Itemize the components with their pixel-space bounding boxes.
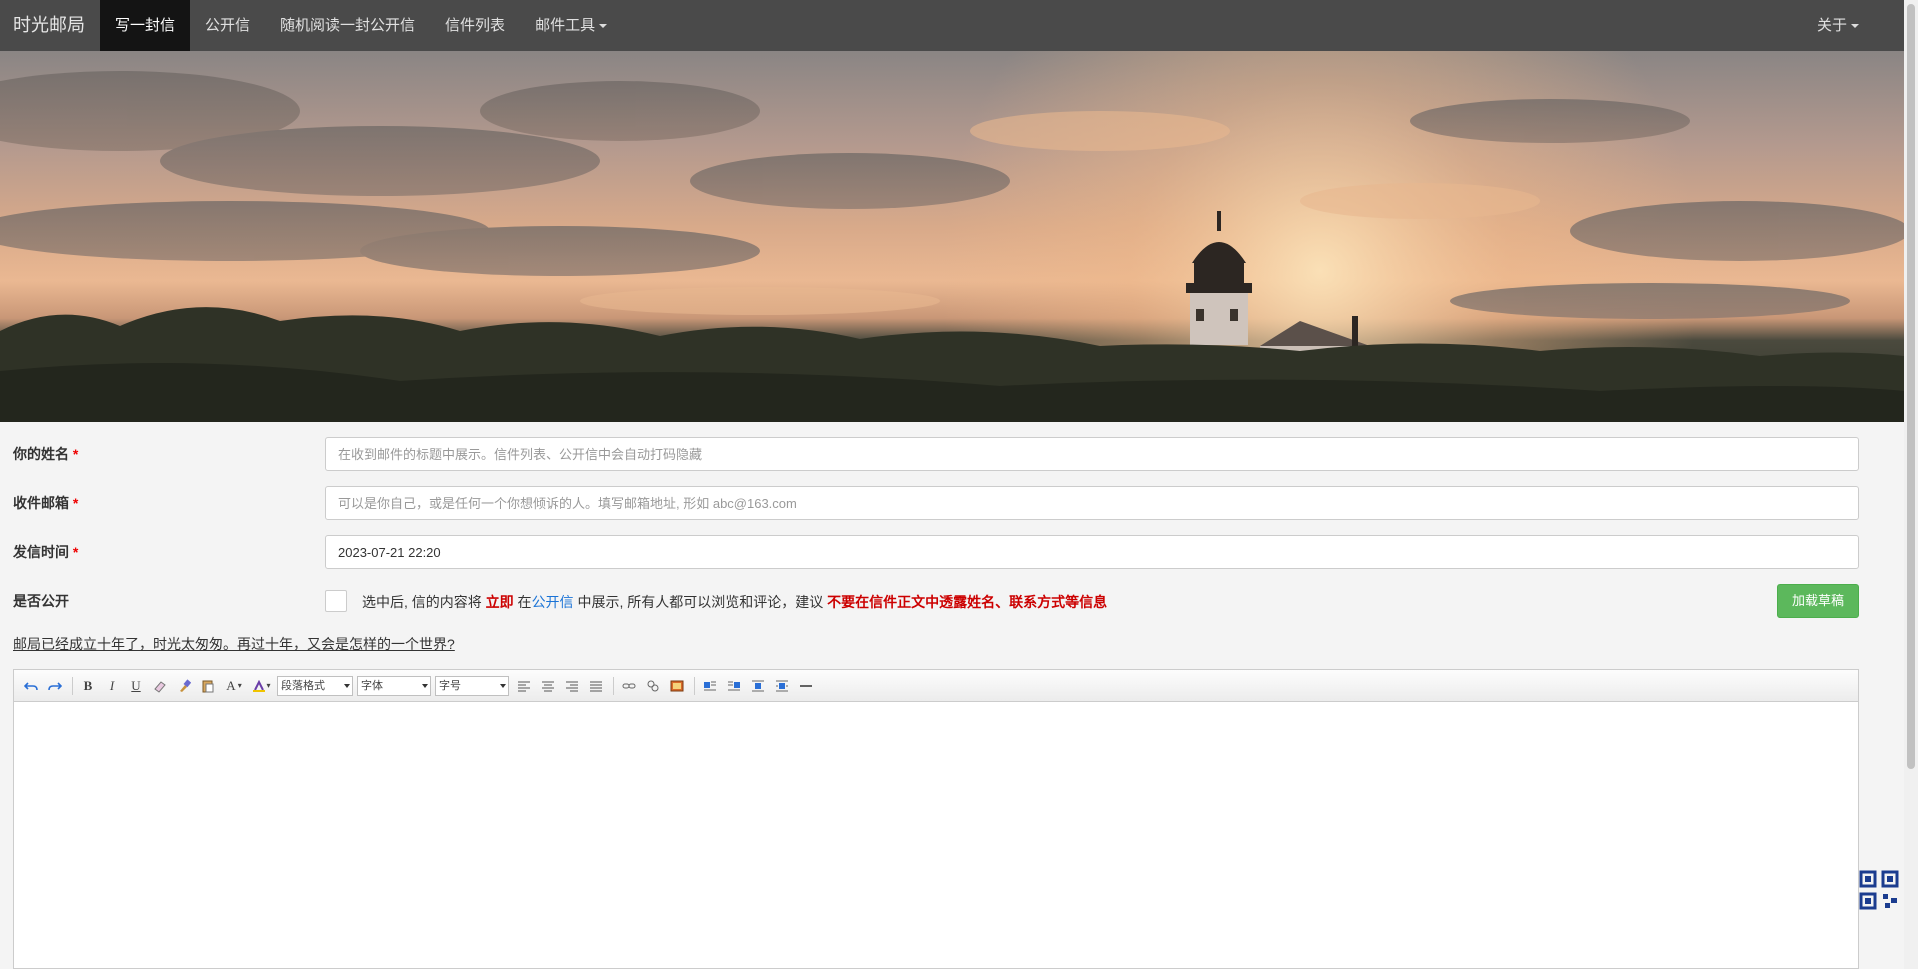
toolbar-divider bbox=[613, 676, 614, 695]
brand-logo[interactable]: 时光邮局 bbox=[0, 0, 100, 51]
align-left-icon[interactable] bbox=[513, 675, 535, 697]
name-label: 你的姓名 * bbox=[13, 446, 79, 462]
horizontal-rule-icon[interactable] bbox=[795, 675, 817, 697]
editor-toolbar: B I U A ▾ ▾ 段落格式 字体 字号 bbox=[14, 670, 1858, 702]
public-row: 是否公开 选中后, 信的内容将 立即 在公开信 中展示, 所有人都可以浏览和评论… bbox=[13, 584, 1859, 618]
public-description: 选中后, 信的内容将 立即 在公开信 中展示, 所有人都可以浏览和评论，建议 不… bbox=[362, 594, 1108, 610]
nav-mail-tools-label: 邮件工具 bbox=[535, 17, 596, 34]
align-right-icon[interactable] bbox=[561, 675, 583, 697]
editor-content-area[interactable] bbox=[14, 702, 1858, 968]
format-brush-icon[interactable] bbox=[173, 675, 195, 697]
required-mark: * bbox=[72, 544, 79, 560]
nav-mail-tools-dropdown[interactable]: 邮件工具 bbox=[520, 0, 622, 51]
nav-random-read[interactable]: 随机阅读一封公开信 bbox=[265, 0, 430, 51]
required-mark: * bbox=[72, 446, 79, 462]
link-icon[interactable] bbox=[618, 675, 640, 697]
italic-icon[interactable]: I bbox=[101, 675, 123, 697]
toolbar-divider bbox=[72, 676, 73, 695]
hero-banner-image bbox=[0, 51, 1904, 422]
underline-icon[interactable]: U bbox=[125, 675, 147, 697]
font-size-select[interactable]: 字号 bbox=[435, 675, 509, 696]
email-label: 收件邮箱 * bbox=[13, 495, 79, 511]
nav-about-label: 关于 bbox=[1816, 17, 1847, 34]
lighthouse-landscape-image bbox=[0, 51, 1904, 422]
unlink-icon[interactable] bbox=[642, 675, 664, 697]
public-letters-link[interactable]: 公开信 bbox=[532, 594, 574, 610]
nav-letter-list[interactable]: 信件列表 bbox=[430, 0, 520, 51]
page-scrollbar[interactable] bbox=[1904, 0, 1918, 969]
bold-icon[interactable]: B bbox=[77, 675, 99, 697]
send-time-row: 发信时间 * bbox=[13, 535, 1859, 569]
name-row: 你的姓名 * bbox=[13, 437, 1859, 471]
required-mark: * bbox=[72, 495, 79, 511]
public-checkbox[interactable] bbox=[325, 590, 347, 612]
highlight-color-icon[interactable]: ▾ bbox=[249, 675, 275, 697]
scrollbar-thumb[interactable] bbox=[1907, 4, 1915, 769]
font-color-icon[interactable]: A ▾ bbox=[221, 675, 247, 697]
load-draft-button[interactable]: 加载草稿 bbox=[1777, 584, 1859, 618]
redo-icon[interactable] bbox=[44, 675, 66, 697]
font-family-select[interactable]: 字体 bbox=[357, 675, 431, 696]
paste-icon[interactable] bbox=[197, 675, 219, 697]
image-center-icon[interactable] bbox=[771, 675, 793, 697]
paragraph-format-select[interactable]: 段落格式 bbox=[277, 675, 353, 696]
nav-write-letter[interactable]: 写一封信 bbox=[100, 0, 191, 51]
image-inline-icon[interactable] bbox=[747, 675, 769, 697]
align-center-icon[interactable] bbox=[537, 675, 559, 697]
public-label: 是否公开 bbox=[13, 593, 69, 609]
image-float-right-icon[interactable] bbox=[723, 675, 745, 697]
dropdown-arrow-icon bbox=[344, 683, 350, 688]
dropdown-arrow-icon bbox=[500, 683, 506, 688]
caret-down-icon bbox=[599, 24, 608, 29]
eraser-icon[interactable] bbox=[149, 675, 171, 697]
caret-down-icon bbox=[1851, 24, 1859, 29]
undo-icon[interactable] bbox=[20, 675, 42, 697]
top-navbar: 时光邮局 写一封信 公开信 随机阅读一封公开信 信件列表 邮件工具 关于 bbox=[0, 0, 1904, 51]
rich-text-editor: B I U A ▾ ▾ 段落格式 字体 字号 bbox=[13, 669, 1859, 969]
send-time-label: 发信时间 * bbox=[13, 544, 79, 560]
nav-public-letters[interactable]: 公开信 bbox=[190, 0, 265, 51]
dropdown-arrow-icon bbox=[422, 683, 428, 688]
image-float-left-icon[interactable] bbox=[699, 675, 721, 697]
nav-about-dropdown[interactable]: 关于 bbox=[1802, 0, 1874, 51]
toolbar-divider bbox=[694, 676, 695, 695]
send-time-input[interactable] bbox=[325, 535, 1859, 569]
tagline-link[interactable]: 邮局已经成立十年了，时光太匆匆。再过十年，又会是怎样的一个世界? bbox=[13, 634, 455, 654]
name-input[interactable] bbox=[325, 437, 1859, 471]
privacy-warning: 不要在信件正文中透露姓名、联系方式等信息 bbox=[827, 594, 1108, 610]
email-input[interactable] bbox=[325, 486, 1859, 520]
email-row: 收件邮箱 * bbox=[13, 486, 1859, 520]
image-icon[interactable] bbox=[666, 675, 688, 697]
align-justify-icon[interactable] bbox=[585, 675, 607, 697]
qr-code-icon[interactable] bbox=[1859, 870, 1899, 910]
